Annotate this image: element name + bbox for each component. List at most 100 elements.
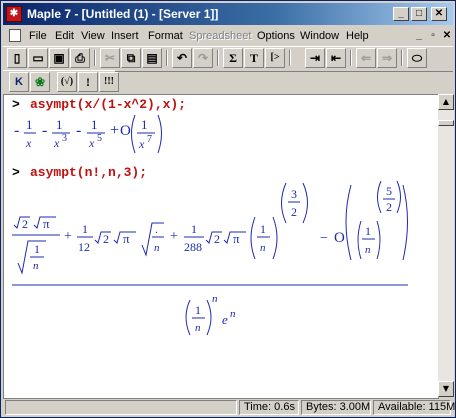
mdi-close-button[interactable]: ✕ xyxy=(441,30,453,42)
math-variable: n xyxy=(365,244,371,256)
menu-options[interactable]: Options xyxy=(257,30,295,42)
math-exponent: n xyxy=(212,293,218,305)
copy-icon[interactable]: ⧉ xyxy=(121,48,141,68)
redo-icon[interactable]: ↷ xyxy=(193,48,213,68)
menu-spreadsheet[interactable]: Spreadsheet xyxy=(189,30,251,42)
execute-icon[interactable]: ! xyxy=(78,72,98,92)
math-number: 1 xyxy=(260,222,266,236)
status-time: Time: 0.6s xyxy=(239,400,299,415)
math-number: 1 xyxy=(82,222,88,236)
outdent-icon[interactable]: ⇤ xyxy=(326,48,346,68)
math-operator: + xyxy=(64,229,72,244)
mdi-restore-button[interactable]: ▫ xyxy=(427,30,439,42)
scroll-up-icon[interactable]: ▲ xyxy=(438,94,454,110)
math-number: 1 xyxy=(34,242,40,256)
document-icon[interactable] xyxy=(9,29,21,42)
math-number: 2 xyxy=(103,232,109,246)
cut-icon[interactable]: ✂ xyxy=(100,48,120,68)
maple-leaf-icon[interactable]: ✱ xyxy=(6,6,22,22)
mdi-minimize-button[interactable]: _ xyxy=(413,30,425,42)
math-number: 1 xyxy=(195,303,201,317)
pi-symbol: π xyxy=(233,231,240,246)
vertical-scrollbar[interactable]: ▲ ▼ xyxy=(438,94,454,397)
toolbar-separator xyxy=(289,50,291,66)
output-asympt-2: 2 π 1 n + 1 12 2 π . n + 1 288 2 π 1 n 3… xyxy=(12,180,408,336)
math-operator: − xyxy=(320,231,328,246)
pi-symbol: π xyxy=(123,231,130,246)
menu-file[interactable]: File xyxy=(29,30,47,42)
menu-view[interactable]: View xyxy=(81,30,105,42)
maple-input-icon[interactable]: [> xyxy=(265,48,285,68)
toolbar-separator xyxy=(350,50,352,66)
status-available: Available: 115M xyxy=(373,400,455,415)
math-exponent: n xyxy=(230,308,236,320)
scroll-thumb[interactable] xyxy=(438,120,454,126)
right-paren xyxy=(272,216,278,260)
math-number: 5 xyxy=(386,184,392,198)
sigma-icon[interactable]: Σ xyxy=(223,48,243,68)
math-operator: + xyxy=(170,229,178,244)
right-paren xyxy=(402,184,408,261)
math-variable: n xyxy=(154,242,160,254)
maximize-button[interactable]: □ xyxy=(411,7,427,21)
maple-k-icon[interactable]: K xyxy=(9,72,29,92)
right-paren xyxy=(396,180,401,214)
left-paren xyxy=(281,182,287,224)
toolbar-separator xyxy=(217,50,219,66)
euler-e: e xyxy=(222,312,228,327)
math-output-2: 2 π 1 n + 1 12 2 π . n + 1 288 2 π 1 n 3… xyxy=(12,180,408,336)
forward-icon[interactable]: ⇒ xyxy=(377,48,397,68)
text-icon[interactable]: T xyxy=(244,48,264,68)
math-variable: n xyxy=(260,242,266,254)
main-toolbar: ▯ ▭ ▣ ⎙ ✂ ⧉ ▤ ↶ ↷ Σ T [> ⇥ ⇤ ⇐ ⇒ ⬭ xyxy=(3,46,453,72)
big-o-symbol: O xyxy=(334,230,345,246)
menu-edit[interactable]: Edit xyxy=(55,30,74,42)
math-number: 288 xyxy=(184,240,202,254)
math-variable: n xyxy=(195,322,201,334)
maple-window: ✱ Maple 7 - [Untitled (1) - [Server 1]] … xyxy=(0,0,456,418)
context-toolbar: K ❀ (√) ! !!! xyxy=(3,70,119,96)
menu-format[interactable]: Format xyxy=(148,30,183,42)
right-paren xyxy=(206,299,212,336)
new-document-icon[interactable]: ▯ xyxy=(7,48,27,68)
math-number: 1 xyxy=(191,222,197,236)
back-icon[interactable]: ⇐ xyxy=(356,48,376,68)
save-icon[interactable]: ▣ xyxy=(49,48,69,68)
open-folder-icon[interactable]: ▭ xyxy=(28,48,48,68)
menu-insert[interactable]: Insert xyxy=(111,30,139,42)
undo-icon[interactable]: ↶ xyxy=(172,48,192,68)
scroll-down-icon[interactable]: ▼ xyxy=(438,381,454,397)
indent-icon[interactable]: ⇥ xyxy=(305,48,325,68)
close-button[interactable]: ✕ xyxy=(431,7,447,21)
minimize-button[interactable]: _ xyxy=(393,7,409,21)
right-paren xyxy=(376,220,381,260)
menu-help[interactable]: Help xyxy=(346,30,369,42)
worksheet[interactable]: > asympt(x/(1-x^2),x); - 1 x - 1 x 3 - 1… xyxy=(3,94,439,399)
left-paren xyxy=(250,216,256,260)
status-message xyxy=(5,400,237,415)
right-paren xyxy=(302,182,308,224)
math-variable: n xyxy=(33,260,39,272)
math-number: 2 xyxy=(214,232,220,246)
paste-icon[interactable]: ▤ xyxy=(142,48,162,68)
left-paren xyxy=(185,299,191,336)
maple-leaf-green-icon[interactable]: ❀ xyxy=(30,72,50,92)
toolbar-separator xyxy=(401,50,403,66)
stop-icon[interactable]: ⬭ xyxy=(407,48,427,68)
print-icon[interactable]: ⎙ xyxy=(70,48,90,68)
math-number: 2 xyxy=(22,217,28,231)
pi-symbol: π xyxy=(43,216,50,231)
math-number: 2 xyxy=(291,205,297,219)
math-number: 12 xyxy=(78,240,90,254)
sqrt-sign xyxy=(141,222,164,257)
title-bar[interactable]: ✱ Maple 7 - [Untitled (1) - [Server 1]] … xyxy=(3,3,453,25)
left-paren xyxy=(377,180,382,214)
math-dot: . xyxy=(155,222,158,236)
menu-window[interactable]: Window xyxy=(300,30,339,42)
status-bar: Time: 0.6s Bytes: 3.00M Available: 115M xyxy=(3,399,455,416)
math-number: 3 xyxy=(291,187,297,201)
toolbar-separator xyxy=(94,50,96,66)
execute-all-icon[interactable]: !!! xyxy=(99,72,119,92)
left-paren xyxy=(345,184,352,261)
evaluate-icon[interactable]: (√) xyxy=(57,72,77,92)
